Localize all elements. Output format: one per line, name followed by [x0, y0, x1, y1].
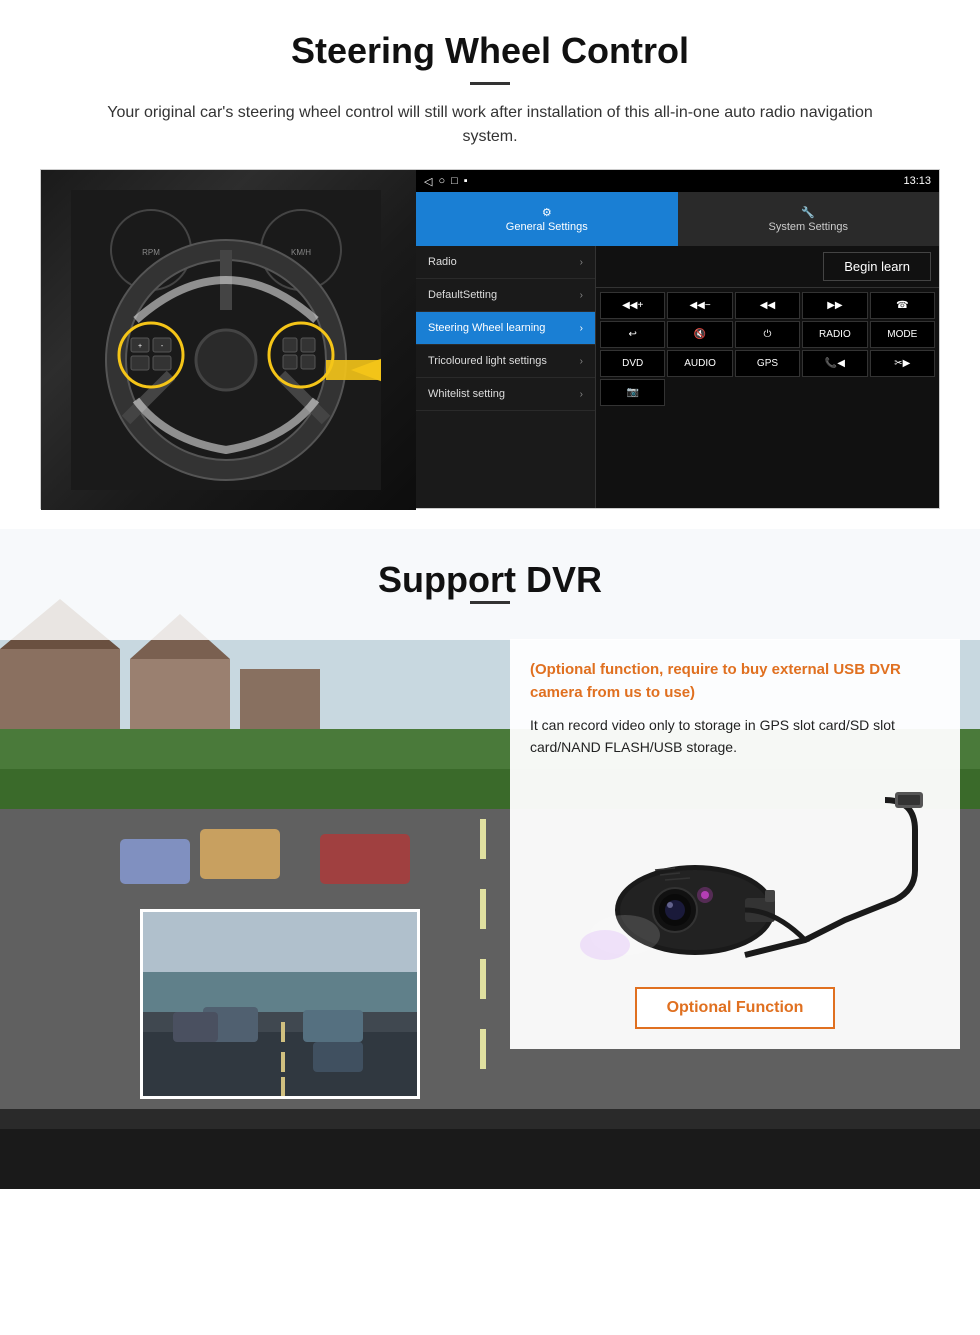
android-tabs: ⚙ General Settings 🔧 System Settings — [416, 192, 939, 246]
dvr-info-overlay: (Optional function, require to buy exter… — [510, 639, 960, 1049]
steering-section: Steering Wheel Control Your original car… — [0, 0, 980, 529]
menu-radio-label: Radio — [428, 256, 457, 268]
chevron-default-icon: › — [580, 290, 583, 301]
menu-item-radio[interactable]: Radio › — [416, 246, 595, 279]
tab-general-label: General Settings — [506, 221, 588, 233]
ctrl-radio[interactable]: RADIO — [802, 321, 867, 348]
steering-title: Steering Wheel Control — [40, 30, 940, 72]
nav-back-icon[interactable]: ◁ — [424, 175, 432, 188]
steering-demo: RPM KM/H + - — [40, 169, 940, 509]
system-icon: 🔧 — [801, 206, 815, 219]
menu-item-steering-wheel[interactable]: Steering Wheel learning › — [416, 312, 595, 345]
android-content: Radio › DefaultSetting › Steering Wheel … — [416, 246, 939, 508]
menu-tricoloured-label: Tricoloured light settings — [428, 355, 547, 367]
nav-home-icon[interactable]: ○ — [438, 175, 445, 187]
steering-description: Your original car's steering wheel contr… — [80, 101, 900, 149]
android-statusbar: ◁ ○ □ ▪ 13:13 — [416, 170, 939, 192]
ctrl-cut-next[interactable]: ✂▶ — [870, 350, 935, 377]
ctrl-mute[interactable]: 🔇 — [667, 321, 732, 348]
tab-general-settings[interactable]: ⚙ General Settings — [416, 192, 678, 246]
menu-list: Radio › DefaultSetting › Steering Wheel … — [416, 246, 596, 508]
nav-square-icon[interactable]: □ — [451, 175, 458, 187]
svg-text:RPM: RPM — [142, 248, 160, 257]
ctrl-next-track[interactable]: ▶▶ — [802, 292, 867, 319]
menu-steering-label: Steering Wheel learning — [428, 322, 545, 334]
menu-item-default[interactable]: DefaultSetting › — [416, 279, 595, 312]
statusbar-nav: ◁ ○ □ ▪ — [424, 175, 468, 188]
control-button-grid: ◀◀+ ◀◀− ◀◀ ▶▶ ☎ ↩ 🔇 ⏻ RADIO MODE DVD AUD… — [596, 288, 939, 410]
dvr-camera-image — [530, 775, 940, 975]
nav-dot-icon: ▪ — [464, 175, 468, 187]
ctrl-vol-up[interactable]: ◀◀+ — [600, 292, 665, 319]
steering-photo: RPM KM/H + - — [41, 170, 416, 510]
tab-system-label: System Settings — [769, 221, 848, 233]
begin-learn-row: Begin learn — [596, 246, 939, 288]
chevron-radio-icon: › — [580, 257, 583, 268]
dvr-optional-heading: (Optional function, require to buy exter… — [530, 659, 940, 704]
svg-text:KM/H: KM/H — [291, 248, 311, 257]
dvr-title: Support DVR — [0, 559, 980, 601]
chevron-steering-icon: › — [580, 323, 583, 334]
control-panel: Begin learn ◀◀+ ◀◀− ◀◀ ▶▶ ☎ ↩ 🔇 ⏻ RADIO … — [596, 246, 939, 508]
dvr-divider — [470, 601, 510, 604]
dvr-section: Support DVR (Optional function, require … — [0, 529, 980, 1189]
menu-item-whitelist[interactable]: Whitelist setting › — [416, 378, 595, 411]
ctrl-audio[interactable]: AUDIO — [667, 350, 732, 377]
menu-whitelist-label: Whitelist setting — [428, 388, 505, 400]
ctrl-camera[interactable]: 📷 — [600, 379, 665, 406]
title-divider — [470, 82, 510, 85]
chevron-tricoloured-icon: › — [580, 356, 583, 367]
ctrl-dvd[interactable]: DVD — [600, 350, 665, 377]
dvr-thumbnail-svg — [143, 912, 420, 1099]
chevron-whitelist-icon: › — [580, 389, 583, 400]
dvr-camera-svg — [545, 780, 925, 970]
dvr-title-area: Support DVR — [0, 529, 980, 640]
android-screen: ◁ ○ □ ▪ 13:13 ⚙ General Settings 🔧 Syste… — [416, 170, 939, 508]
steering-wheel-svg: RPM KM/H + - — [71, 190, 381, 490]
ctrl-gps[interactable]: GPS — [735, 350, 800, 377]
dvr-description: It can record video only to storage in G… — [530, 714, 940, 759]
gear-icon: ⚙ — [542, 206, 552, 219]
dvr-thumbnail — [140, 909, 420, 1099]
ctrl-power[interactable]: ⏻ — [735, 321, 800, 348]
ctrl-back[interactable]: ↩ — [600, 321, 665, 348]
ctrl-prev-track[interactable]: ◀◀ — [735, 292, 800, 319]
menu-default-label: DefaultSetting — [428, 289, 497, 301]
ctrl-phone-prev[interactable]: 📞◀ — [802, 350, 867, 377]
tab-system-settings[interactable]: 🔧 System Settings — [678, 192, 940, 246]
svg-text:+: + — [138, 343, 142, 350]
statusbar-time: 13:13 — [903, 175, 931, 187]
optional-function-button[interactable]: Optional Function — [635, 987, 836, 1029]
ctrl-phone[interactable]: ☎ — [870, 292, 935, 319]
menu-item-tricoloured[interactable]: Tricoloured light settings › — [416, 345, 595, 378]
ctrl-vol-down[interactable]: ◀◀− — [667, 292, 732, 319]
ctrl-mode[interactable]: MODE — [870, 321, 935, 348]
begin-learn-button[interactable]: Begin learn — [823, 252, 931, 281]
